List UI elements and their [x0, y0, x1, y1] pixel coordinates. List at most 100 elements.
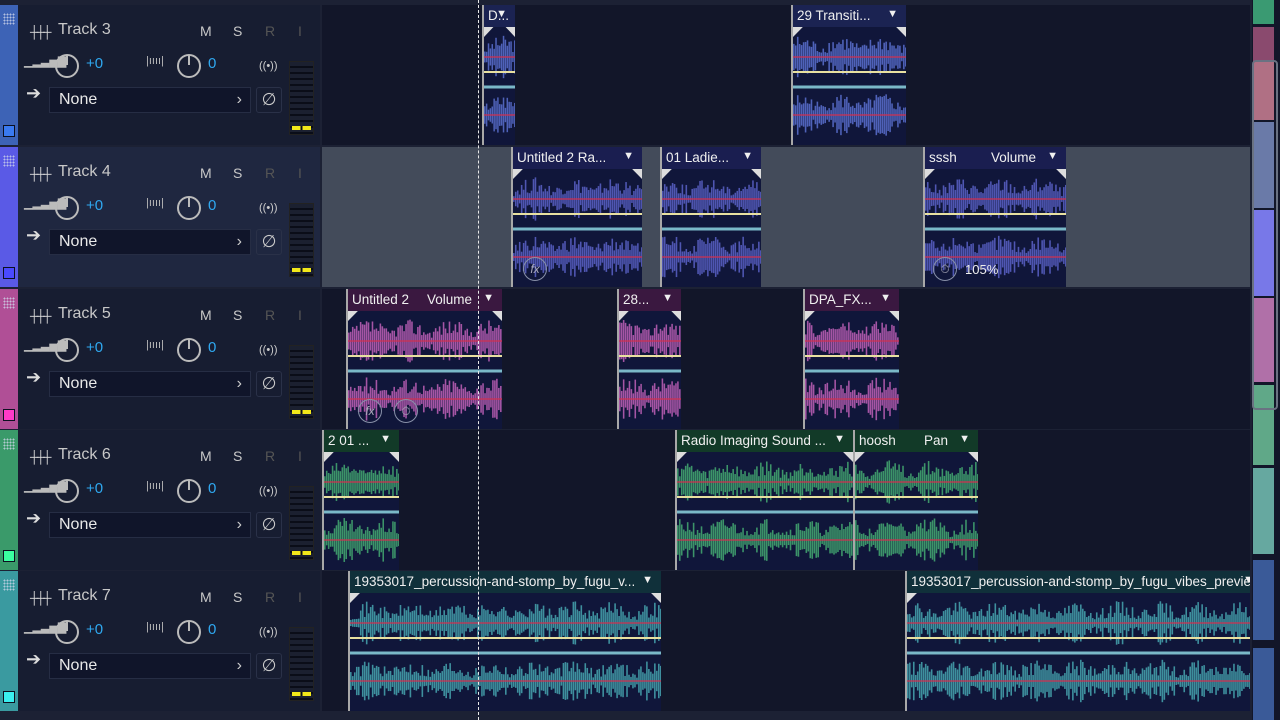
track-lane[interactable]: 2 01 ... ▼ Radio Imaging Sound ... ▼ hoosh Pa… [322, 430, 1250, 570]
clip-header[interactable]: 01 Ladie... ▼ [662, 147, 761, 169]
volume-value[interactable]: +0 [86, 480, 103, 497]
clip-header[interactable]: 19353017_percussion-and-stomp_by_fugu_v.… [350, 571, 661, 593]
clip-header[interactable]: 29 Transiti... ▼ [793, 5, 906, 27]
track-lane[interactable]: Untitled 2 Ra... ▼ fx 01 Ladie... ▼ sssh Volum… [322, 147, 1250, 287]
track-color-strip[interactable] [0, 5, 18, 145]
broadcast-icon[interactable]: ((•)) [259, 60, 278, 72]
clip-menu-icon[interactable]: ▼ [1047, 150, 1058, 162]
stopwatch-icon[interactable]: ⏱ [933, 257, 957, 281]
audio-clip[interactable]: Untitled 2 Ra... ▼ fx [511, 147, 642, 287]
clip-menu-icon[interactable]: ▼ [483, 292, 494, 304]
track-color-swatch[interactable] [3, 409, 15, 421]
track-lane[interactable]: Untitled 2 Volume ▼ fx ⏱ 28... ▼ DPA_FX... ▼ [322, 289, 1250, 429]
volume-value[interactable]: +0 [86, 55, 103, 72]
track-color-swatch[interactable] [3, 125, 15, 137]
broadcast-icon[interactable]: ((•)) [259, 485, 278, 497]
drag-handle-icon[interactable] [3, 13, 15, 25]
record-arm-button[interactable]: R [265, 23, 275, 39]
drag-handle-icon[interactable] [3, 155, 15, 167]
fx-icon[interactable]: fx [523, 257, 547, 281]
clip-menu-icon[interactable]: ▼ [623, 150, 634, 162]
clip-menu-icon[interactable]: ▼ [880, 292, 891, 304]
audio-clip[interactable]: 19353017_percussion-and-stomp_by_fugu_v.… [348, 571, 661, 711]
track-name[interactable]: Track 3 [58, 21, 111, 39]
solo-button[interactable]: S [233, 165, 242, 181]
clip-header[interactable]: 28... ▼ [619, 289, 681, 311]
clip-menu-icon[interactable]: ▼ [887, 8, 898, 20]
track-color-swatch[interactable] [3, 267, 15, 279]
solo-button[interactable]: S [233, 307, 242, 323]
audio-clip[interactable]: 19353017_percussion-and-stomp_by_fugu_vi… [905, 571, 1250, 711]
stopwatch-icon[interactable]: ⏱ [394, 399, 418, 423]
clip-menu-icon[interactable]: ▼ [834, 433, 845, 445]
input-select[interactable]: None › [49, 653, 251, 679]
clip-menu-icon[interactable]: ▼ [380, 433, 391, 445]
monitor-input-button[interactable]: I [298, 307, 302, 323]
track-name[interactable]: Track 4 [58, 163, 111, 181]
volume-knob[interactable] [55, 479, 79, 503]
drag-handle-icon[interactable] [3, 438, 15, 450]
record-arm-button[interactable]: R [265, 589, 275, 605]
mute-button[interactable]: M [200, 589, 212, 605]
playhead[interactable] [478, 0, 479, 720]
audio-clip[interactable]: hoosh Pan ▼ [853, 430, 978, 570]
monitor-input-button[interactable]: I [298, 165, 302, 181]
monitor-input-button[interactable]: I [298, 23, 302, 39]
broadcast-icon[interactable]: ((•)) [259, 626, 278, 638]
audio-clip[interactable]: 28... ▼ [617, 289, 681, 429]
clip-header[interactable]: DPA_FX... ▼ [805, 289, 899, 311]
audio-clip[interactable]: DPA_FX... ▼ [803, 289, 899, 429]
clip-menu-icon[interactable]: ▼ [496, 8, 507, 20]
track-header[interactable]: ┼┼┼ Track 7 M S R I ▁▂▃▅▇ +0 |ıııı| 0 ((… [18, 571, 320, 711]
volume-knob[interactable] [55, 620, 79, 644]
track-color-swatch[interactable] [3, 550, 15, 562]
clip-menu-icon[interactable]: ▼ [642, 574, 653, 586]
mute-button[interactable]: M [200, 307, 212, 323]
phase-invert-button[interactable]: ∅ [256, 371, 282, 397]
volume-value[interactable]: +0 [86, 197, 103, 214]
mute-button[interactable]: M [200, 165, 212, 181]
pan-value[interactable]: 0 [208, 197, 216, 214]
clip-menu-icon[interactable]: ▼ [959, 433, 970, 445]
pan-knob[interactable] [177, 620, 201, 644]
track-name[interactable]: Track 6 [58, 446, 111, 464]
pan-value[interactable]: 0 [208, 339, 216, 356]
clip-header[interactable]: Radio Imaging Sound ... ▼ [677, 430, 853, 452]
clip-menu-icon[interactable]: ▼ [742, 150, 753, 162]
pan-value[interactable]: 0 [208, 55, 216, 72]
drag-handle-icon[interactable] [3, 579, 15, 591]
volume-value[interactable]: +0 [86, 339, 103, 356]
track-lane[interactable]: 19353017_percussion-and-stomp_by_fugu_v.… [322, 571, 1250, 711]
phase-invert-button[interactable]: ∅ [256, 87, 282, 113]
track-color-strip[interactable] [0, 289, 18, 429]
volume-knob[interactable] [55, 338, 79, 362]
vertical-scrollbar[interactable] [1252, 0, 1280, 720]
clip-envelope-label[interactable]: Pan [924, 433, 948, 448]
audio-clip[interactable]: 01 Ladie... ▼ [660, 147, 761, 287]
solo-button[interactable]: S [233, 589, 242, 605]
track-header[interactable]: ┼┼┼ Track 5 M S R I ▁▂▃▅▇ +0 |ıııı| 0 ((… [18, 289, 320, 429]
audio-clip[interactable]: D... ▼ [482, 5, 515, 145]
track-color-strip[interactable] [0, 147, 18, 287]
audio-clip[interactable]: sssh Volume ▼ ⏱ 105% [923, 147, 1066, 287]
volume-knob[interactable] [55, 196, 79, 220]
monitor-input-button[interactable]: I [298, 589, 302, 605]
record-arm-button[interactable]: R [265, 307, 275, 323]
solo-button[interactable]: S [233, 23, 242, 39]
audio-clip[interactable]: Radio Imaging Sound ... ▼ [675, 430, 853, 570]
mute-button[interactable]: M [200, 23, 212, 39]
input-select[interactable]: None › [49, 87, 251, 113]
clip-header[interactable]: 19353017_percussion-and-stomp_by_fugu_vi… [907, 571, 1250, 593]
audio-clip[interactable]: 2 01 ... ▼ [322, 430, 399, 570]
track-color-strip[interactable] [0, 430, 18, 570]
fx-icon[interactable]: fx [358, 399, 382, 423]
solo-button[interactable]: S [233, 448, 242, 464]
clip-header[interactable]: sssh Volume ▼ [925, 147, 1066, 169]
broadcast-icon[interactable]: ((•)) [259, 202, 278, 214]
phase-invert-button[interactable]: ∅ [256, 512, 282, 538]
track-color-swatch[interactable] [3, 691, 15, 703]
drag-handle-icon[interactable] [3, 297, 15, 309]
clip-envelope-label[interactable]: Volume [991, 150, 1036, 165]
pan-value[interactable]: 0 [208, 480, 216, 497]
pan-knob[interactable] [177, 196, 201, 220]
